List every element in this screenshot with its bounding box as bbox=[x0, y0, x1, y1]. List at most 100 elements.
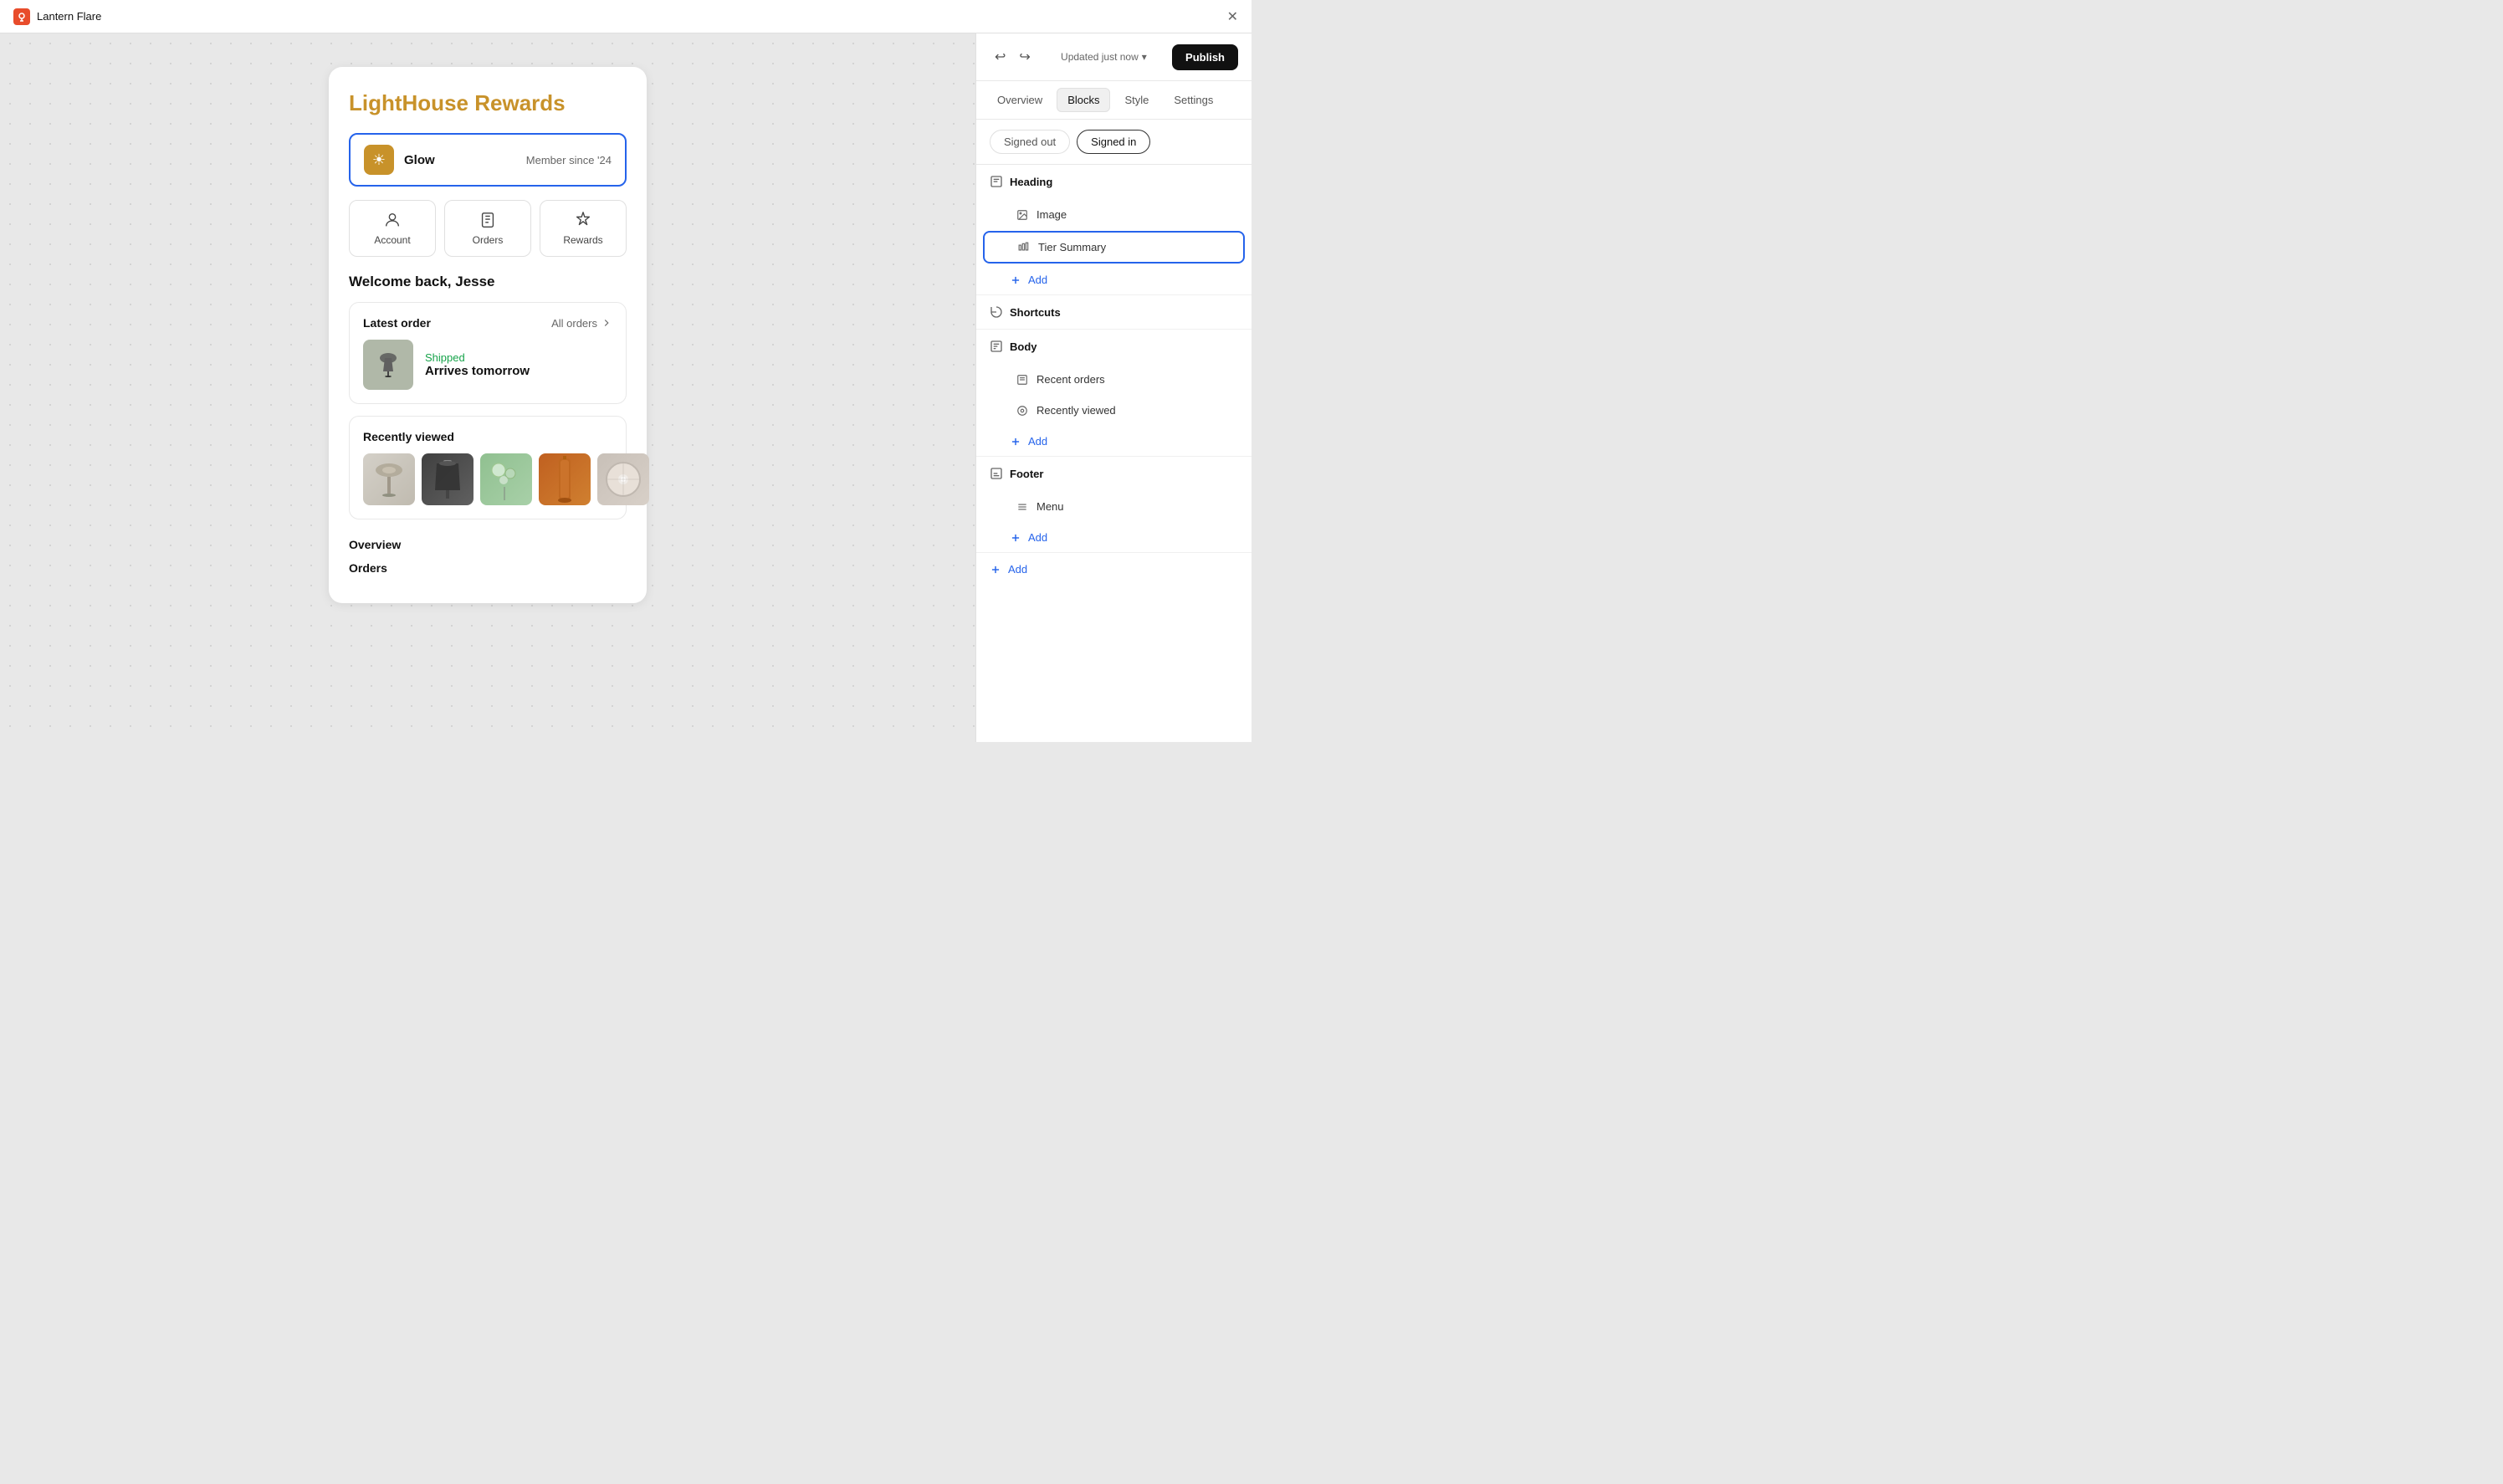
rewards-label: Rewards bbox=[563, 234, 602, 246]
recent-orders-label: Recent orders bbox=[1037, 373, 1105, 386]
rewards-icon bbox=[574, 211, 592, 229]
member-since: Member since '24 bbox=[526, 154, 612, 166]
logo-gold: Rewards bbox=[474, 90, 565, 115]
order-status: Shipped bbox=[425, 351, 530, 364]
thumb-3 bbox=[480, 453, 532, 505]
orders-icon bbox=[479, 211, 497, 229]
tab-settings[interactable]: Settings bbox=[1163, 88, 1224, 112]
all-orders-link[interactable]: All orders bbox=[551, 317, 612, 330]
chevron-right-icon bbox=[601, 317, 612, 329]
panel-item-image[interactable]: Image bbox=[983, 200, 1245, 229]
section-header: Latest order All orders bbox=[363, 316, 612, 330]
preview-card: LightHouse Rewards ☀ Glow Member since '… bbox=[329, 67, 647, 603]
recently-viewed-icon bbox=[1016, 405, 1028, 417]
thumb-5 bbox=[597, 453, 649, 505]
footer-section: Footer Menu Add bbox=[976, 457, 1252, 553]
tab-blocks[interactable]: Blocks bbox=[1057, 88, 1110, 112]
heading-section-label: Heading bbox=[1010, 176, 1052, 188]
recently-viewed-section: Recently viewed bbox=[349, 416, 627, 519]
shortcuts-label: Shortcuts bbox=[1010, 306, 1061, 319]
heading-section-header: Heading bbox=[976, 165, 1252, 198]
orders-label: Orders bbox=[473, 234, 504, 246]
tab-overview[interactable]: Overview bbox=[986, 88, 1053, 112]
tier-summary-label: Tier Summary bbox=[1038, 241, 1106, 253]
lamp-illustration bbox=[373, 350, 403, 380]
body-section-icon bbox=[990, 340, 1003, 353]
footer-section-icon bbox=[990, 467, 1003, 480]
add-heading-label: Add bbox=[1028, 274, 1047, 286]
thumb-2 bbox=[422, 453, 473, 505]
shortcuts-section-icon bbox=[990, 305, 1003, 319]
member-card: ☀ Glow Member since '24 bbox=[349, 133, 627, 187]
image-panel-icon bbox=[1016, 209, 1028, 221]
tabs: Overview Blocks Style Settings bbox=[976, 81, 1252, 120]
footer-section-label: Footer bbox=[1010, 468, 1043, 480]
bottom-links: Overview Orders bbox=[349, 533, 627, 580]
undo-button[interactable]: ↩ bbox=[990, 43, 1011, 70]
shortcuts-section: Shortcuts bbox=[976, 295, 1252, 330]
title-bar-left: Lantern Flare bbox=[13, 8, 101, 25]
add-bottom-item[interactable]: Add bbox=[976, 553, 1252, 586]
body-section-label: Body bbox=[1010, 340, 1037, 353]
order-thumbnail bbox=[363, 340, 413, 390]
nav-buttons: Account Orders Rewards bbox=[349, 200, 627, 257]
add-footer-icon bbox=[1010, 532, 1021, 544]
updated-status[interactable]: Updated just now ▾ bbox=[1061, 51, 1147, 63]
right-panel: ↩ ↪ Updated just now ▾ Publish Overview … bbox=[975, 33, 1252, 742]
toolbar-left: ↩ ↪ bbox=[990, 43, 1036, 70]
add-heading-icon bbox=[1010, 274, 1021, 286]
dropdown-chevron-icon: ▾ bbox=[1142, 51, 1147, 63]
panel-item-recently-viewed[interactable]: Recently viewed bbox=[983, 396, 1245, 425]
redo-button[interactable]: ↪ bbox=[1014, 43, 1035, 70]
account-icon bbox=[383, 211, 402, 229]
add-bottom-label: Add bbox=[1008, 563, 1027, 576]
add-heading-item[interactable]: Add bbox=[976, 265, 1252, 294]
add-bottom-icon bbox=[990, 564, 1001, 576]
tier-summary-icon bbox=[1018, 242, 1030, 253]
recently-viewed-thumbs bbox=[363, 453, 612, 505]
image-label: Image bbox=[1037, 208, 1067, 221]
signed-out-button[interactable]: Signed out bbox=[990, 130, 1070, 154]
body-section: Body Recent orders Recently viewed bbox=[976, 330, 1252, 457]
tab-style[interactable]: Style bbox=[1113, 88, 1159, 112]
thumb-1 bbox=[363, 453, 415, 505]
order-eta: Arrives tomorrow bbox=[425, 364, 530, 378]
title-bar: Lantern Flare ✕ bbox=[0, 0, 1252, 33]
panel-item-tier-summary[interactable]: Tier Summary bbox=[983, 231, 1245, 264]
add-footer-item[interactable]: Add bbox=[976, 523, 1252, 552]
overview-link[interactable]: Overview bbox=[349, 533, 627, 556]
logo-black: LightHouse bbox=[349, 90, 468, 115]
add-footer-label: Add bbox=[1028, 531, 1047, 544]
close-button[interactable]: ✕ bbox=[1227, 8, 1238, 25]
latest-order-section: Latest order All orders bbox=[349, 302, 627, 404]
order-info: Shipped Arrives tomorrow bbox=[425, 351, 530, 378]
state-toggle: Signed out Signed in bbox=[976, 120, 1252, 165]
updated-label: Updated just now bbox=[1061, 51, 1139, 63]
member-avatar: ☀ bbox=[364, 145, 394, 175]
rewards-nav-button[interactable]: Rewards bbox=[540, 200, 627, 257]
app-icon bbox=[13, 8, 30, 25]
account-nav-button[interactable]: Account bbox=[349, 200, 436, 257]
add-body-label: Add bbox=[1028, 435, 1047, 448]
publish-button[interactable]: Publish bbox=[1172, 44, 1238, 70]
app-title: Lantern Flare bbox=[37, 10, 101, 23]
main-layout: LightHouse Rewards ☀ Glow Member since '… bbox=[0, 33, 1252, 742]
orders-link[interactable]: Orders bbox=[349, 556, 627, 580]
welcome-text: Welcome back, Jesse bbox=[349, 274, 627, 290]
thumb-4 bbox=[539, 453, 591, 505]
footer-section-header: Footer bbox=[976, 457, 1252, 490]
panel-item-recent-orders[interactable]: Recent orders bbox=[983, 365, 1245, 394]
add-body-item[interactable]: Add bbox=[976, 427, 1252, 456]
toolbar: ↩ ↪ Updated just now ▾ Publish bbox=[976, 33, 1252, 81]
panel-item-menu[interactable]: Menu bbox=[983, 492, 1245, 521]
logo-area: LightHouse Rewards bbox=[349, 90, 627, 116]
signed-in-button[interactable]: Signed in bbox=[1077, 130, 1150, 154]
recently-viewed-title: Recently viewed bbox=[363, 430, 612, 443]
menu-panel-icon bbox=[1016, 501, 1028, 513]
preview-area: LightHouse Rewards ☀ Glow Member since '… bbox=[0, 33, 975, 742]
add-body-icon bbox=[1010, 436, 1021, 448]
order-item: Shipped Arrives tomorrow bbox=[363, 340, 612, 390]
orders-nav-button[interactable]: Orders bbox=[444, 200, 531, 257]
account-label: Account bbox=[374, 234, 410, 246]
member-name: Glow bbox=[404, 153, 516, 167]
